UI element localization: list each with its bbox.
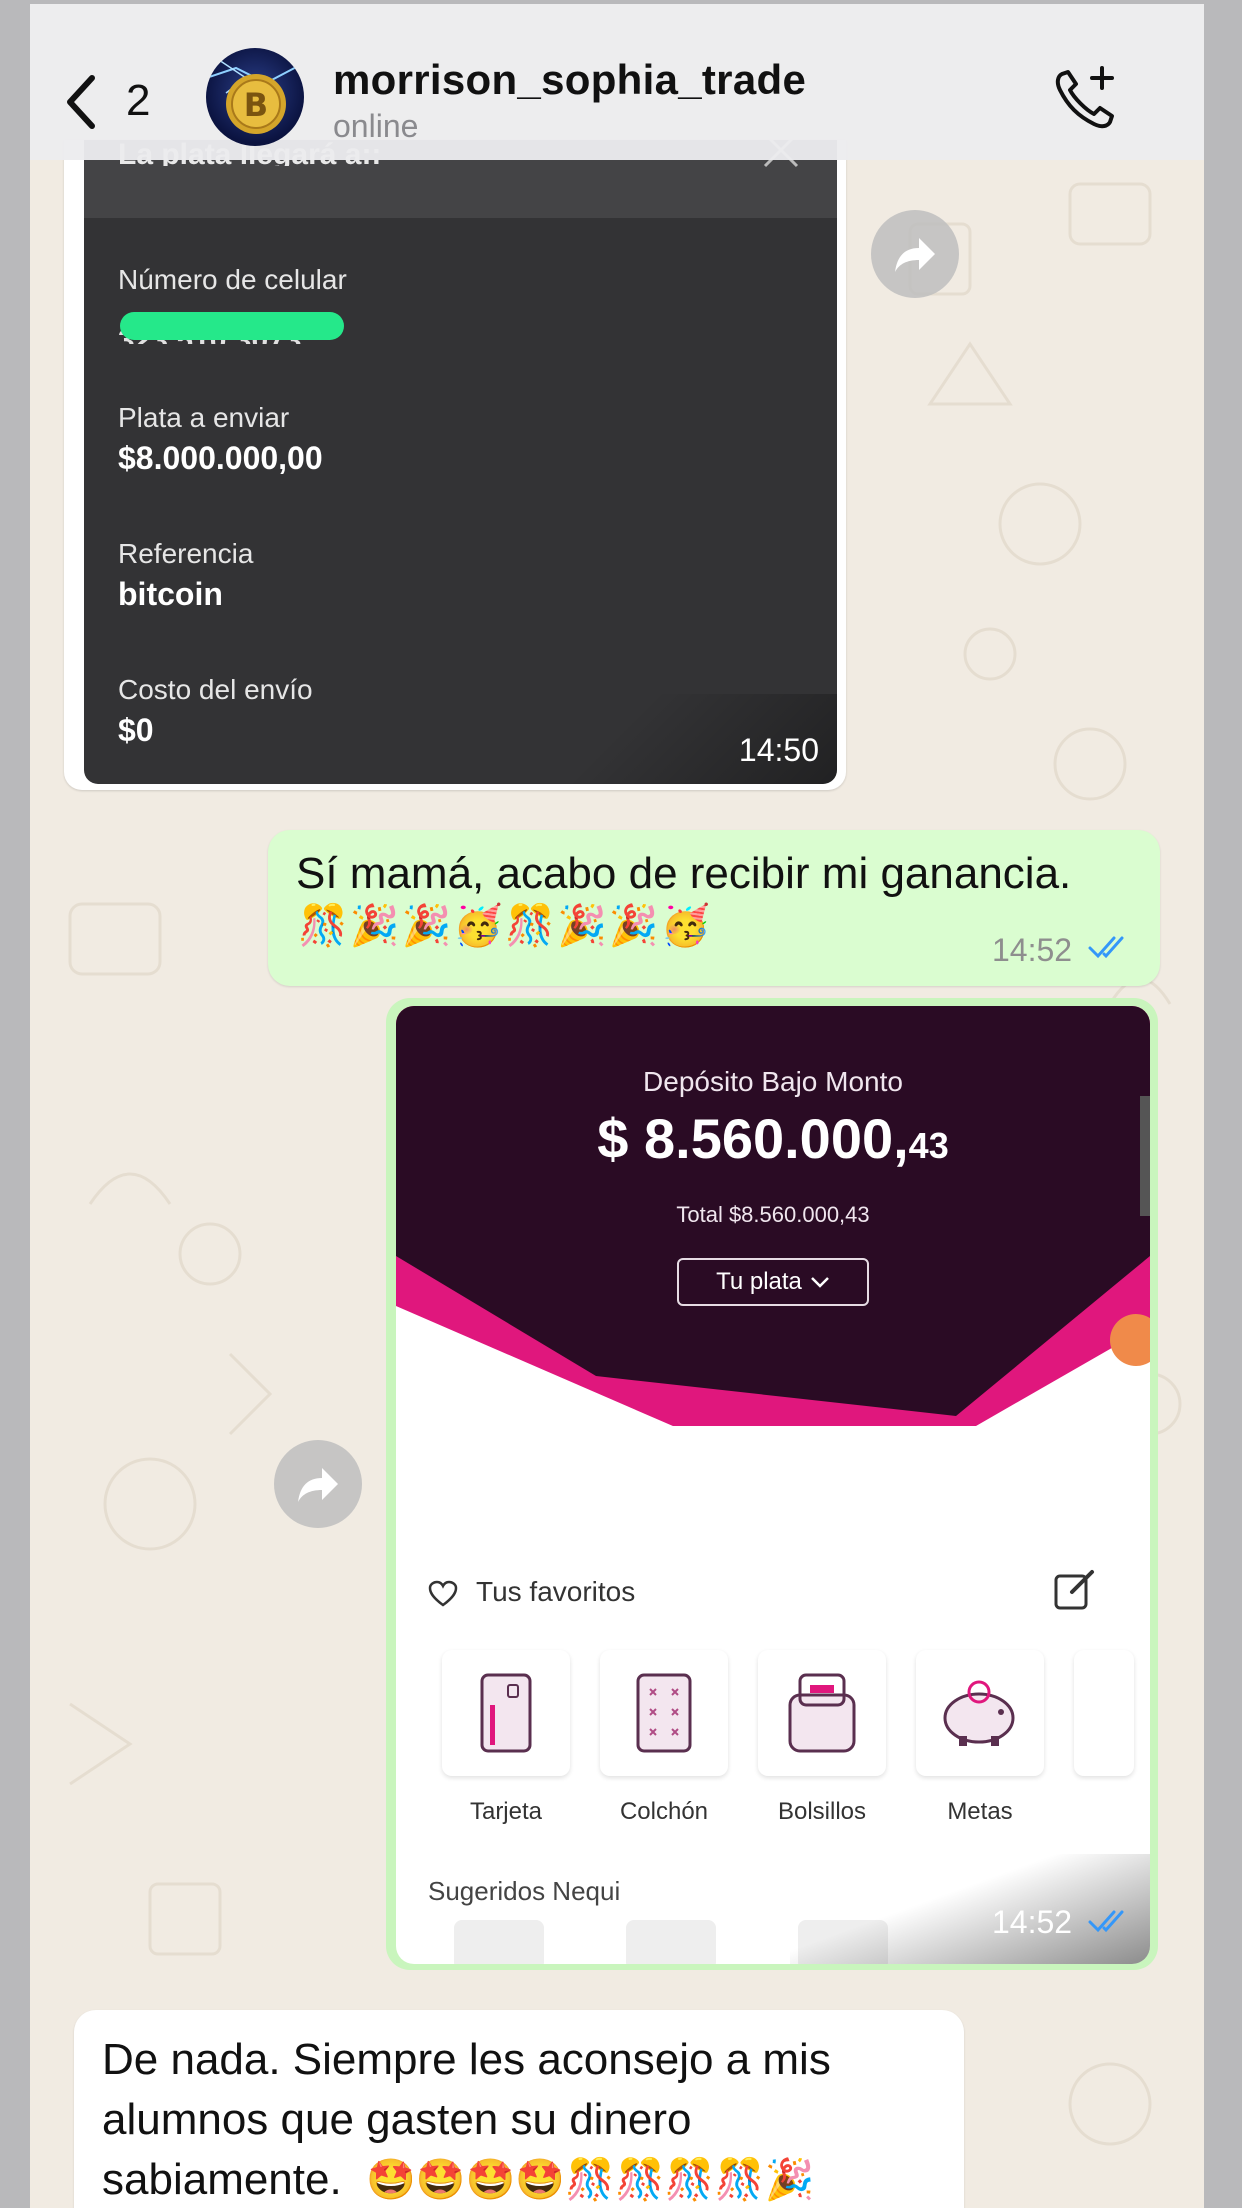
message-emojis: 🤩🤩🤩🤩🎊🎊🎊🎊🎉 (366, 2158, 815, 2202)
forward-button[interactable] (274, 1440, 362, 1528)
contact-name[interactable]: morrison_sophia_trade (333, 56, 806, 104)
nequi-screenshot-image[interactable]: Depósito Bajo Monto $ 8.560.000,43 Total… (396, 1006, 1150, 1964)
deposit-amount: $ 8.560.000,43 (396, 1106, 1150, 1171)
bitcoin-coin-icon: B (206, 57, 304, 134)
favorite-name: Tarjeta (469, 1798, 543, 1825)
deposit-title: Depósito Bajo Monto (643, 1066, 903, 1097)
favorites-label: Tus favoritos (476, 1576, 636, 1607)
message-time: 14:52 (992, 1904, 1073, 1940)
message-emojis: 🎊🎉🎉🥳🎊🎉🎉🥳 (298, 904, 713, 948)
mattress-icon (636, 1673, 692, 1753)
add-call-icon[interactable] (1050, 62, 1120, 132)
message-time: 14:52 (992, 932, 1073, 968)
suggested-label: Sugeridos Nequi (428, 1876, 621, 1906)
svg-text:B: B (244, 86, 268, 124)
outgoing-message[interactable]: Sí mamá, acabo de recibir mi ganancia. 🎊… (268, 830, 1160, 986)
message-time: 14:50 (738, 732, 819, 768)
unread-count[interactable]: 2 (126, 76, 150, 126)
pocket-icon (788, 1673, 856, 1753)
suggested-item (626, 1920, 716, 1964)
favorite-card-metas (916, 1650, 1044, 1776)
message-text: Sí mamá, acabo de recibir mi ganancia. (296, 849, 1072, 898)
tu-plata-label: Tu plata (716, 1268, 802, 1295)
chat-header: 2 B morrison_sophia_trade online (30, 4, 1204, 160)
avatar[interactable]: B (206, 48, 304, 146)
redaction-mark (120, 312, 344, 340)
forward-icon (298, 1468, 338, 1502)
favorite-card-bolsillos (758, 1650, 886, 1776)
message-text-line: sabiamente. (102, 2155, 342, 2204)
suggested-item (454, 1920, 544, 1964)
read-ticks-icon (1088, 936, 1124, 959)
amount-main: $ 8.560.000, (597, 1107, 909, 1170)
favorite-card-tarjeta (442, 1650, 570, 1776)
favorite-name: Bolsillos (777, 1798, 867, 1825)
favorite-card-partial (1074, 1650, 1134, 1776)
message-text-line: alumnos que gasten su dinero (102, 2095, 692, 2144)
read-ticks-icon (1088, 1910, 1124, 1933)
heart-icon (428, 1580, 458, 1607)
reference-value: bitcoin (118, 576, 223, 612)
phone-label: Número de celular (118, 264, 347, 295)
forward-button[interactable] (871, 210, 959, 298)
message-text-line: De nada. Siempre les aconsejo a mis (102, 2035, 831, 2084)
amount-label: Plata a enviar (118, 402, 290, 433)
tu-plata-button: Tu plata (677, 1258, 869, 1306)
incoming-message[interactable]: De nada. Siempre les aconsejo a mis alum… (74, 2010, 964, 2208)
cost-value: $0 (118, 712, 154, 748)
card-icon (480, 1673, 532, 1753)
transfer-receipt-image[interactable]: La plata llegará a:: Número de celular 3… (84, 140, 837, 784)
edit-icon (1054, 1570, 1094, 1610)
chevron-down-icon (811, 1277, 829, 1288)
favorite-card-colchon (600, 1650, 728, 1776)
favorite-name: Colchón (619, 1798, 709, 1825)
chevron-left-icon[interactable] (62, 72, 102, 132)
amount-value: $8.000.000,00 (118, 440, 323, 476)
reference-label: Referencia (118, 538, 254, 569)
favorite-name: Metas (947, 1798, 1013, 1825)
amount-cents: 43 (908, 1125, 949, 1166)
piggy-bank-icon (943, 1680, 1015, 1746)
forward-icon (895, 238, 935, 272)
cost-label: Costo del envío (118, 674, 313, 705)
deposit-total: Total $8.560.000,43 (676, 1202, 870, 1227)
contact-status: online (333, 108, 419, 144)
